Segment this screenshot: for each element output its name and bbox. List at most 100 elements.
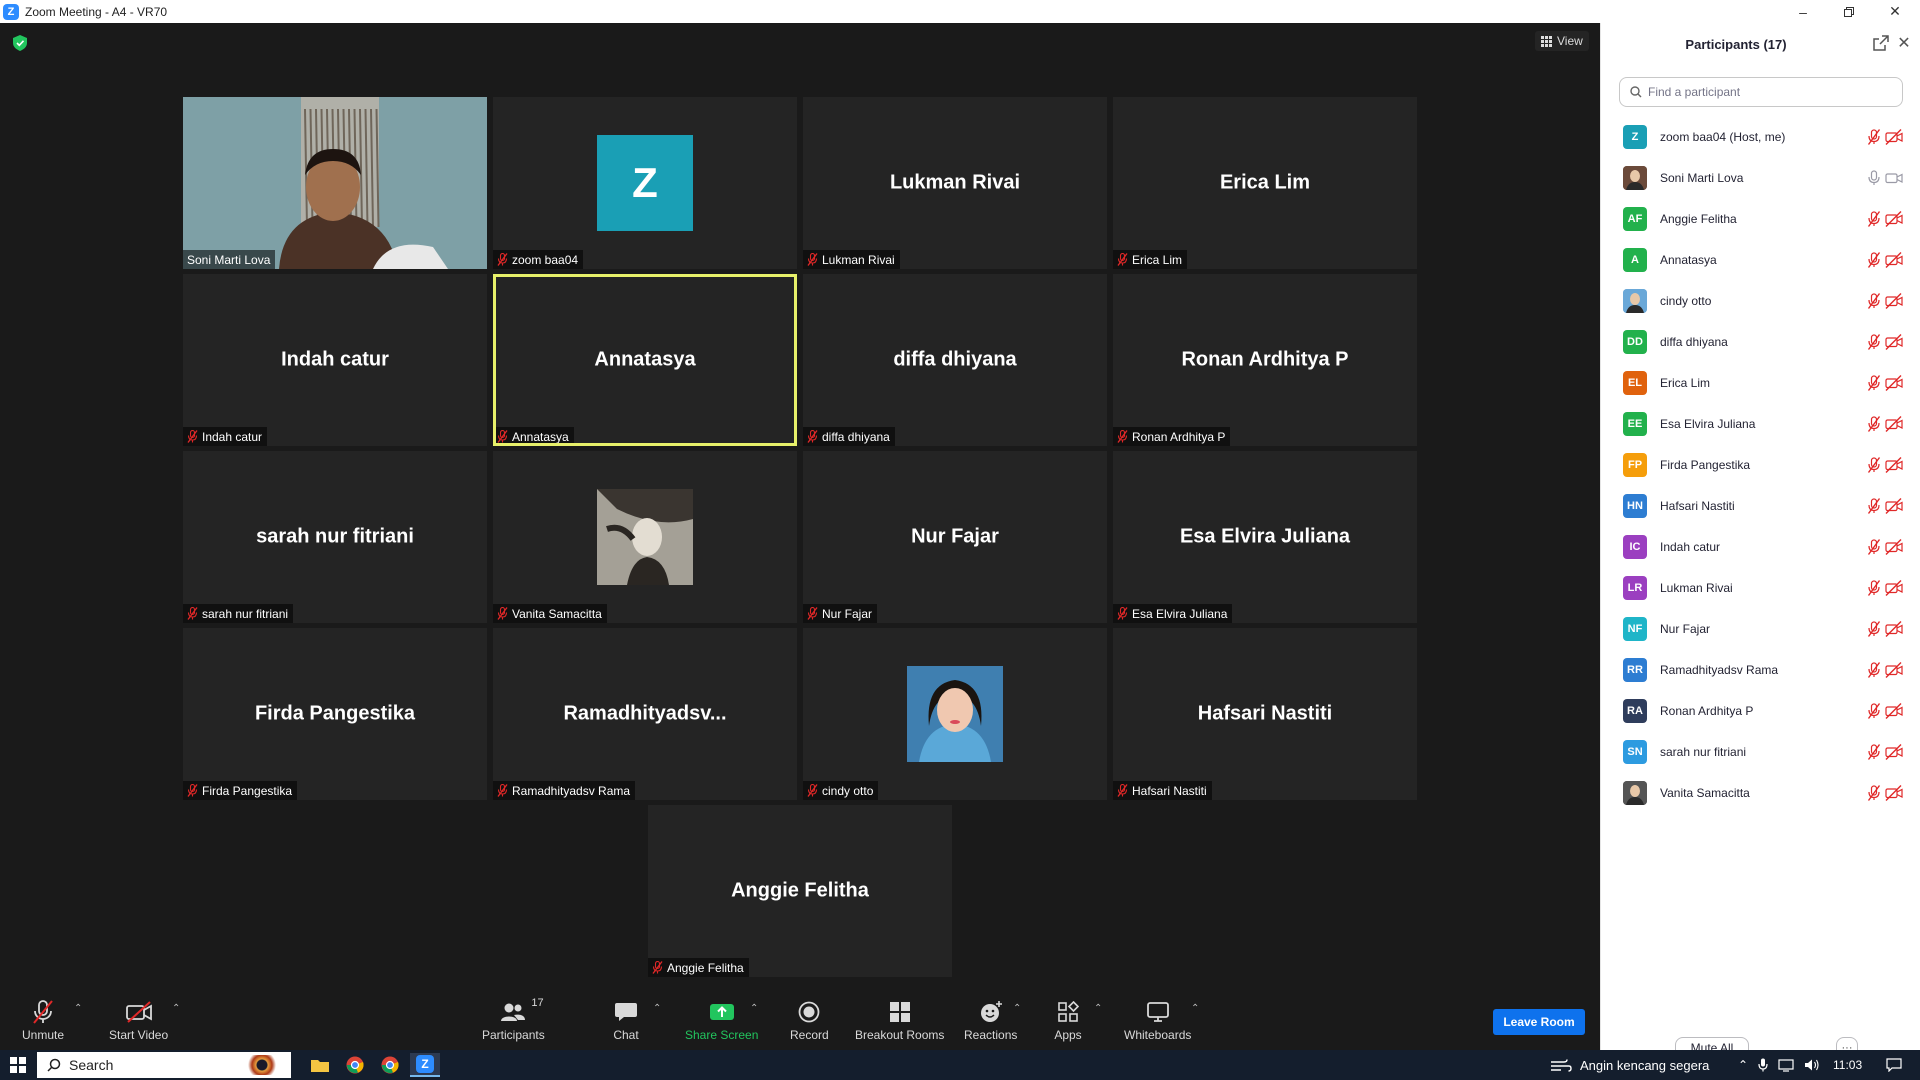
apps-button[interactable]: Apps	[1054, 999, 1082, 1042]
participant-row[interactable]: Soni Marti Lova	[1601, 157, 1920, 198]
mic-muted-icon[interactable]	[1867, 456, 1881, 473]
mic-muted-icon[interactable]	[1867, 333, 1881, 350]
video-tile-firda-pangestika[interactable]: Firda Pangestika Firda Pangestika	[183, 628, 487, 800]
chat-button[interactable]: Chat	[612, 999, 640, 1042]
view-button[interactable]: View	[1535, 31, 1589, 51]
video-off-icon[interactable]	[1885, 251, 1903, 268]
network-icon[interactable]	[1778, 1058, 1794, 1072]
start-video-button[interactable]: Start Video	[109, 999, 168, 1042]
notifications-icon[interactable]	[1886, 1050, 1902, 1080]
participant-row[interactable]: NF Nur Fajar	[1601, 608, 1920, 649]
chrome-profile-icon[interactable]	[375, 1053, 405, 1077]
mic-muted-icon[interactable]	[1867, 620, 1881, 637]
volume-icon[interactable]	[1804, 1058, 1820, 1072]
video-off-icon[interactable]	[1885, 128, 1903, 145]
video-off-icon[interactable]	[1885, 456, 1903, 473]
video-tile-cindy-otto[interactable]: cindy otto	[803, 628, 1107, 800]
mic-muted-icon[interactable]	[1867, 251, 1881, 268]
unmute-button[interactable]: Unmute	[22, 999, 64, 1042]
mic-muted-icon[interactable]	[1867, 292, 1881, 309]
weather-widget[interactable]: Angin kencang segera	[1550, 1050, 1709, 1080]
video-off-icon[interactable]	[1885, 333, 1903, 350]
participant-row[interactable]: Zzoom baa04 (Host, me)	[1601, 116, 1920, 157]
taskbar-search[interactable]: Search	[37, 1052, 291, 1078]
audio-options-caret[interactable]: ⌃	[74, 1003, 82, 1014]
apps-options-caret[interactable]: ⌃	[1094, 1003, 1102, 1014]
video-tile-vanita-samacitta[interactable]: Vanita Samacitta	[493, 451, 797, 623]
participant-row[interactable]: AF Anggie Felitha	[1601, 198, 1920, 239]
participant-row[interactable]: HN Hafsari Nastiti	[1601, 485, 1920, 526]
video-off-icon[interactable]	[1885, 415, 1903, 432]
participant-row[interactable]: RA Ronan Ardhitya P	[1601, 690, 1920, 731]
popout-icon[interactable]	[1873, 35, 1889, 51]
share-options-caret[interactable]: ⌃	[750, 1003, 758, 1014]
mic-muted-icon[interactable]	[1867, 538, 1881, 555]
mic-muted-icon[interactable]	[1867, 374, 1881, 391]
whiteboards-options-caret[interactable]: ⌃	[1191, 1003, 1199, 1014]
video-tile-diffa-dhiyana[interactable]: diffa dhiyana diffa dhiyana	[803, 274, 1107, 446]
mic-muted-icon[interactable]	[1867, 210, 1881, 227]
microphone-icon[interactable]	[1758, 1058, 1768, 1072]
video-tile-sarah-nur-fitriani[interactable]: sarah nur fitriani sarah nur fitriani	[183, 451, 487, 623]
mic-muted-icon[interactable]	[1867, 661, 1881, 678]
mic-icon[interactable]	[1867, 169, 1881, 186]
encryption-shield-icon[interactable]	[13, 35, 27, 51]
video-off-icon[interactable]	[1885, 538, 1903, 555]
video-off-icon[interactable]	[1885, 210, 1903, 227]
close-window-button[interactable]: ✕	[1872, 0, 1918, 23]
video-tile-hafsari-nastiti[interactable]: Hafsari Nastiti Hafsari Nastiti	[1113, 628, 1417, 800]
participants-button[interactable]: 17 Participants	[482, 997, 545, 1042]
participant-row[interactable]: A Annatasya	[1601, 239, 1920, 280]
participant-row[interactable]: EL Erica Lim	[1601, 362, 1920, 403]
mic-muted-icon[interactable]	[1867, 579, 1881, 596]
video-off-icon[interactable]	[1885, 374, 1903, 391]
participant-search-input[interactable]	[1648, 85, 1888, 99]
participant-row[interactable]: SN sarah nur fitriani	[1601, 731, 1920, 772]
record-button[interactable]: Record	[790, 999, 829, 1042]
share-screen-button[interactable]: Share Screen	[685, 999, 758, 1042]
tray-chevron-icon[interactable]: ⌃	[1738, 1058, 1748, 1072]
minimize-button[interactable]: –	[1780, 0, 1826, 23]
video-off-icon[interactable]	[1885, 784, 1903, 801]
participant-row[interactable]: cindy otto	[1601, 280, 1920, 321]
video-options-caret[interactable]: ⌃	[172, 1003, 180, 1014]
mic-muted-icon[interactable]	[1867, 702, 1881, 719]
windows-start-icon[interactable]	[10, 1057, 26, 1073]
video-icon[interactable]	[1885, 170, 1903, 186]
participant-row[interactable]: LR Lukman Rivai	[1601, 567, 1920, 608]
clock[interactable]: 11:03	[1833, 1050, 1862, 1080]
mic-muted-icon[interactable]	[1867, 743, 1881, 760]
video-off-icon[interactable]	[1885, 743, 1903, 760]
chat-options-caret[interactable]: ⌃	[653, 1003, 661, 1014]
video-off-icon[interactable]	[1885, 292, 1903, 309]
zoom-app-icon[interactable]: Z	[410, 1053, 440, 1077]
participant-row[interactable]: IC Indah catur	[1601, 526, 1920, 567]
video-off-icon[interactable]	[1885, 702, 1903, 719]
video-off-icon[interactable]	[1885, 620, 1903, 637]
video-tile-erica-lim[interactable]: Erica Lim Erica Lim	[1113, 97, 1417, 269]
video-off-icon[interactable]	[1885, 497, 1903, 514]
file-explorer-icon[interactable]	[305, 1053, 335, 1077]
restore-button[interactable]	[1826, 0, 1872, 23]
video-tile-indah-catur[interactable]: Indah catur Indah catur	[183, 274, 487, 446]
video-tile-soni-marti-lova[interactable]: Soni Marti Lova	[183, 97, 487, 269]
video-tile-esa-elvira-juliana[interactable]: Esa Elvira Juliana Esa Elvira Juliana	[1113, 451, 1417, 623]
video-off-icon[interactable]	[1885, 661, 1903, 678]
reactions-button[interactable]: Reactions	[964, 999, 1017, 1042]
video-tile-annatasya[interactable]: Annatasya Annatasya	[493, 274, 797, 446]
video-tile-nur-fajar[interactable]: Nur Fajar Nur Fajar	[803, 451, 1107, 623]
video-tile-anggie-felitha[interactable]: Anggie Felitha Anggie Felitha	[648, 805, 952, 977]
mic-muted-icon[interactable]	[1867, 415, 1881, 432]
mic-muted-icon[interactable]	[1867, 128, 1881, 145]
mic-muted-icon[interactable]	[1867, 784, 1881, 801]
mic-muted-icon[interactable]	[1867, 497, 1881, 514]
participant-search[interactable]	[1619, 77, 1903, 107]
whiteboards-button[interactable]: Whiteboards	[1124, 999, 1191, 1042]
reactions-options-caret[interactable]: ⌃	[1013, 1003, 1021, 1014]
breakout-rooms-button[interactable]: Breakout Rooms	[855, 999, 944, 1042]
close-panel-icon[interactable]: ✕	[1895, 33, 1913, 52]
video-tile-ramadhityadsv-rama[interactable]: Ramadhityadsv... Ramadhityadsv Rama	[493, 628, 797, 800]
participant-row[interactable]: RR Ramadhityadsv Rama	[1601, 649, 1920, 690]
leave-room-button[interactable]: Leave Room	[1493, 1009, 1585, 1035]
participant-row[interactable]: Vanita Samacitta	[1601, 772, 1920, 813]
